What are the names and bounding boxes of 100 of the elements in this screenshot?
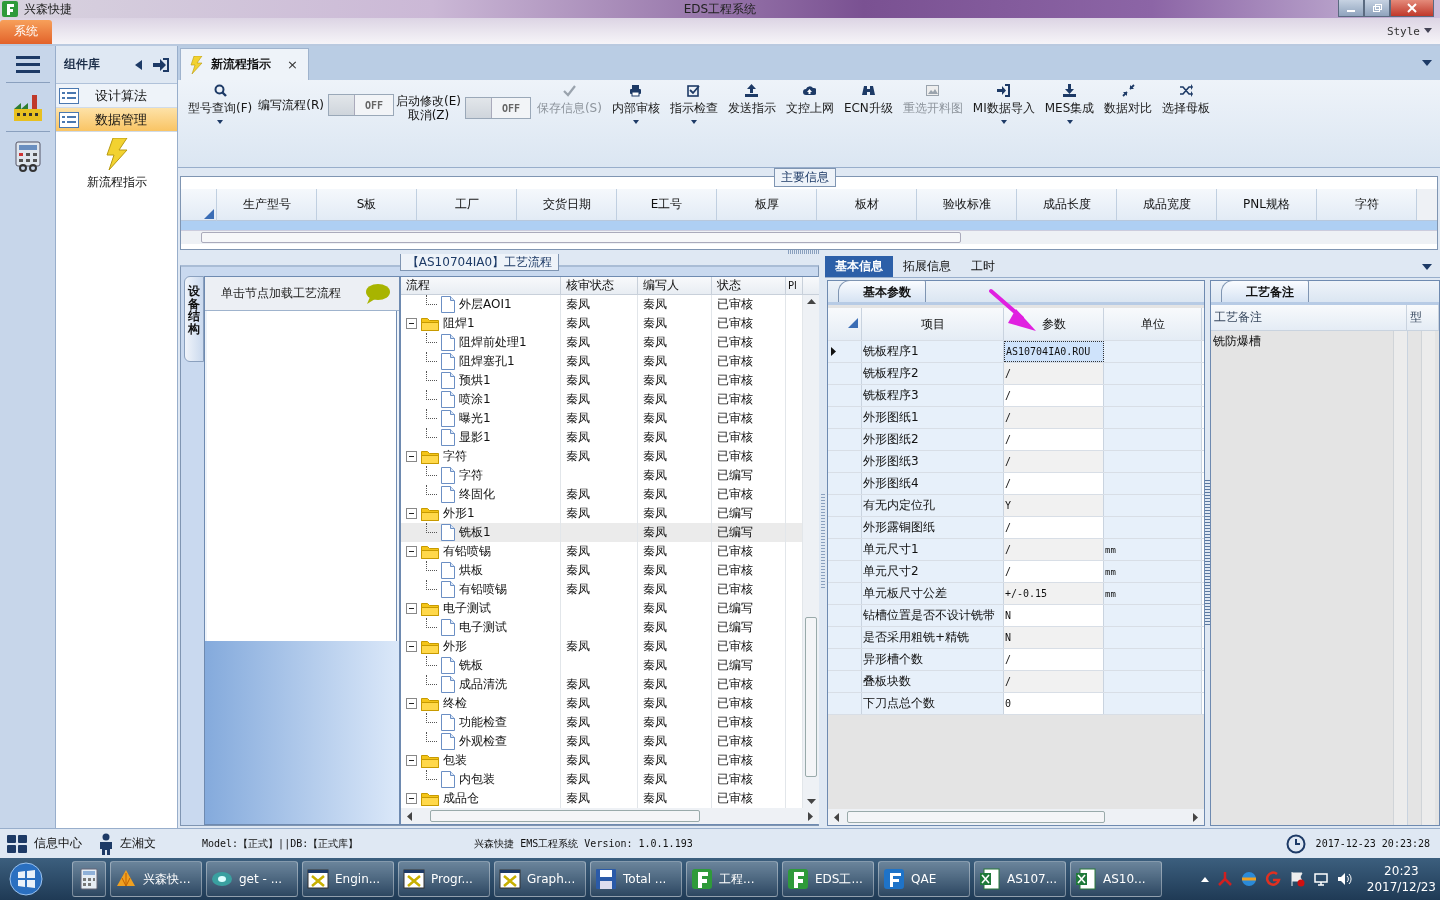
panel-tab[interactable]: 基本参数 [838, 280, 926, 302]
taskbar-button[interactable]: get - ... [206, 861, 298, 897]
arrow-up-icon[interactable] [806, 299, 816, 304]
side-tab[interactable]: 设备结构 [184, 276, 204, 362]
expander-icon[interactable] [406, 546, 417, 557]
tree-row[interactable]: 外层AOI1 秦凤 秦凤 已审核 [401, 295, 803, 314]
tree-row[interactable]: 字符 秦凤 已编写 [401, 466, 803, 485]
column-header[interactable]: 成品长度 [1017, 189, 1117, 220]
tree-item[interactable]: 字符 [443, 448, 467, 465]
sign-in-icon[interactable] [153, 57, 169, 72]
tree-item[interactable]: 铣板 [459, 657, 483, 674]
panel-tab[interactable]: 工艺备注 [1221, 280, 1309, 302]
tree-row[interactable]: 电子测试 秦凤 已编写 [401, 618, 803, 637]
tree-item[interactable]: 曝光1 [459, 410, 491, 427]
toolbar-button[interactable]: 内部审核 [607, 84, 664, 124]
tree-row[interactable]: 终固化 秦凤 秦凤 已审核 [401, 485, 803, 504]
tree-item[interactable]: 外形 [443, 638, 467, 655]
taskbar-button[interactable]: Total ... [590, 861, 682, 897]
column-header[interactable]: 成品宽度 [1117, 189, 1217, 220]
column-header[interactable]: 工厂 [417, 189, 517, 220]
splitter[interactable] [1205, 480, 1210, 626]
taskbar-button[interactable] [72, 861, 106, 897]
tab[interactable]: 工时 [961, 256, 1005, 277]
toolbar-button[interactable]: 文控上网 [781, 84, 838, 124]
toolbar-button[interactable]: 数据对比 [1100, 84, 1157, 124]
column-header[interactable]: 板材 [817, 189, 917, 220]
minimize-button[interactable] [1338, 0, 1364, 17]
toolbar-button[interactable]: MES集成 [1040, 84, 1099, 124]
taskbar-button[interactable]: Graph... [494, 861, 586, 897]
tree-row[interactable]: 显影1 秦凤 秦凤 已审核 [401, 428, 803, 447]
taskbar-button[interactable]: Engin... [302, 861, 394, 897]
menu-icon[interactable] [15, 54, 40, 74]
expander-icon[interactable] [406, 755, 417, 766]
tree-item[interactable]: 阻焊前处理1 [459, 334, 527, 351]
tree-item[interactable]: 显影1 [459, 429, 491, 446]
expander-icon[interactable] [406, 603, 417, 614]
toolbar-button[interactable]: ECN升级 [839, 84, 897, 124]
column-header[interactable]: PNL规格 [1217, 189, 1317, 220]
start-button[interactable] [8, 861, 44, 897]
tree-item[interactable]: 阻焊塞孔1 [459, 353, 515, 370]
tree-item[interactable]: 铣板1 [459, 524, 491, 541]
tree-row[interactable]: 字符 秦凤 秦凤 已审核 [401, 447, 803, 466]
tree-row[interactable]: 电子测试 秦凤 已编写 [401, 599, 803, 618]
taskbar-button[interactable]: QAE [878, 861, 970, 897]
arrow-left-icon[interactable] [407, 811, 412, 821]
close-tab-button[interactable]: × [287, 57, 298, 72]
scrollbar-thumb[interactable] [201, 232, 961, 243]
tree-row[interactable]: 预烘1 秦凤 秦凤 已审核 [401, 371, 803, 390]
tree-row[interactable]: 功能检查 秦凤 秦凤 已审核 [401, 713, 803, 732]
toolbar-button[interactable]: 选择母板 [1158, 84, 1215, 124]
tree-row[interactable]: 内包装 秦凤 秦凤 已审核 [401, 770, 803, 789]
column-header[interactable]: 流程 [401, 277, 561, 294]
info-center-link[interactable]: 信息中心 [34, 835, 82, 852]
flag-icon[interactable] [1288, 871, 1305, 887]
column-header[interactable]: S板 [317, 189, 417, 220]
tree-row[interactable]: 有铅喷锡 秦凤 秦凤 已审核 [401, 542, 803, 561]
tree-item[interactable]: 成品清洗 [459, 676, 507, 693]
tree-item[interactable]: 预烘1 [459, 372, 491, 389]
toolbar-button[interactable]: MI数据导入 [968, 84, 1039, 124]
tree-row[interactable]: 喷涂1 秦凤 秦凤 已审核 [401, 390, 803, 409]
toolbar-button[interactable]: 发送指示 [723, 84, 780, 124]
tree-item[interactable]: 烘板 [459, 562, 483, 579]
tree-item[interactable]: 有铅喷锡 [443, 543, 491, 560]
tree-item[interactable]: 功能检查 [459, 714, 507, 731]
tree-row[interactable]: 阻焊前处理1 秦凤 秦凤 已审核 [401, 333, 803, 352]
tree-row[interactable]: 曝光1 秦凤 秦凤 已审核 [401, 409, 803, 428]
arrow-down-icon[interactable] [806, 799, 816, 804]
tree-item[interactable]: 电子测试 [443, 600, 491, 617]
taskbar-button[interactable]: AS10... [1070, 861, 1162, 897]
column-header[interactable]: 生产型号 [217, 189, 317, 220]
caret-down-icon[interactable] [1422, 60, 1432, 66]
speaker-icon[interactable] [1336, 871, 1353, 887]
expander-icon[interactable] [406, 793, 417, 804]
tree-row[interactable]: 外形 秦凤 秦凤 已审核 [401, 637, 803, 656]
grid-icon[interactable] [6, 833, 28, 854]
tree-row[interactable]: 有铅喷锡 秦凤 秦凤 已审核 [401, 580, 803, 599]
tree-item[interactable]: 喷涂1 [459, 391, 491, 408]
toggle-switch[interactable]: OFF [464, 97, 531, 119]
arrow-right-icon[interactable] [1193, 812, 1198, 822]
arrow-left-icon[interactable] [834, 812, 839, 822]
taskbar-button[interactable]: EDS工... [782, 861, 874, 897]
column-header[interactable]: 项目 [862, 308, 1004, 340]
expander-icon[interactable] [406, 698, 417, 709]
style-menu[interactable]: Style [1386, 24, 1420, 38]
tree-row[interactable]: 包装 秦凤 秦凤 已审核 [401, 751, 803, 770]
taskbar-button[interactable]: Progr... [398, 861, 490, 897]
taskbar-button[interactable]: 工程... [686, 861, 778, 897]
expander-icon[interactable] [406, 451, 417, 462]
tree-item[interactable]: 电子测试 [459, 619, 507, 636]
tree-item[interactable]: 阻焊1 [443, 315, 475, 332]
close-button[interactable] [1390, 0, 1434, 17]
tree-item[interactable]: 成品仓 [443, 790, 479, 807]
expander-icon[interactable] [406, 641, 417, 652]
arrow-right-icon[interactable] [808, 811, 813, 821]
document-tab[interactable]: 新流程指示 × [180, 48, 309, 80]
tree-item[interactable]: 有铅喷锡 [459, 581, 507, 598]
tree-row[interactable]: 铣板 秦凤 已编写 [401, 656, 803, 675]
column-header[interactable]: 状态 [712, 277, 786, 294]
tree-item[interactable]: 终检 [443, 695, 467, 712]
column-header[interactable]: 板厚 [717, 189, 817, 220]
